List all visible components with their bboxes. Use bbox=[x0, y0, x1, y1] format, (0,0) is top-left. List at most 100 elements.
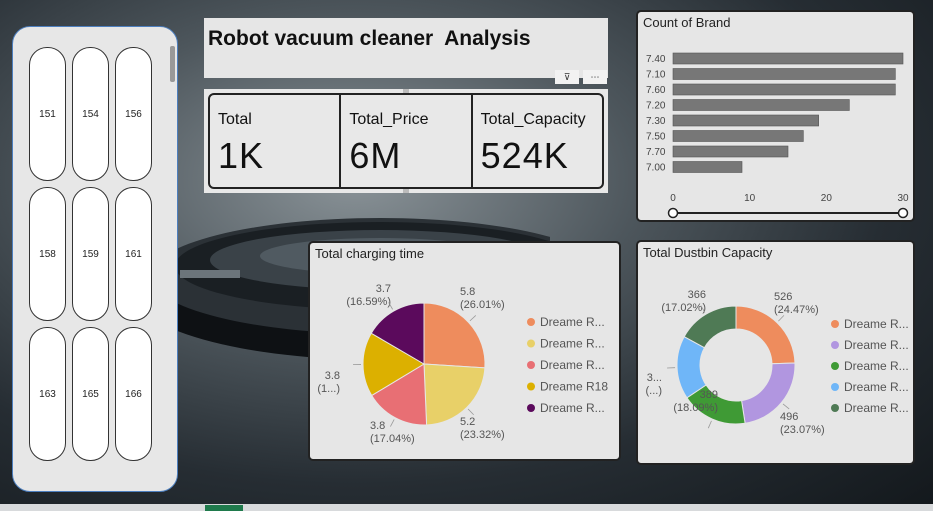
legend-label[interactable]: Dreame R18 bbox=[540, 380, 608, 394]
more-options-icon[interactable]: ⋯ bbox=[583, 70, 607, 84]
kpi-label: Total_Capacity bbox=[480, 111, 586, 128]
bar[interactable] bbox=[672, 114, 819, 127]
kpi-value: 6M bbox=[349, 135, 402, 176]
leader-line bbox=[390, 419, 395, 427]
leader-line bbox=[778, 315, 785, 322]
slicer-item[interactable]: 156 bbox=[115, 47, 152, 181]
slicer-grid: 151 154 156 158 159 161 163 165 166 bbox=[29, 47, 152, 461]
category-label: 7.40 bbox=[646, 54, 666, 65]
id-slicer: 151 154 156 158 159 161 163 165 166 bbox=[12, 26, 178, 492]
category-label: 7.00 bbox=[646, 163, 666, 174]
bar[interactable] bbox=[672, 68, 896, 80]
legend-marker bbox=[831, 341, 839, 349]
slice-value-label: 366 bbox=[688, 289, 706, 301]
leader-line bbox=[782, 403, 790, 410]
kpi-label: Total_Price bbox=[349, 111, 429, 128]
x-tick-label: 20 bbox=[821, 193, 833, 204]
bar[interactable] bbox=[672, 130, 804, 142]
kpi-total-capacity: Total_Capacity 524K bbox=[473, 95, 602, 187]
legend-label[interactable]: Dreame R... bbox=[844, 317, 909, 331]
slice-percent-label: (26.01%) bbox=[460, 299, 505, 311]
x-tick-label: 0 bbox=[670, 193, 676, 204]
active-page-tab[interactable] bbox=[205, 505, 243, 511]
slicer-item[interactable]: 163 bbox=[29, 327, 66, 461]
slicer-item[interactable]: 154 bbox=[72, 47, 109, 181]
slicer-item[interactable]: 166 bbox=[115, 327, 152, 461]
slice-value-label: 526 bbox=[774, 291, 792, 303]
slicer-item[interactable]: 165 bbox=[72, 327, 109, 461]
filter-icon[interactable]: ⊽ bbox=[555, 70, 579, 84]
legend-label[interactable]: Dreame R... bbox=[844, 359, 909, 373]
resize-handle[interactable] bbox=[403, 89, 409, 93]
legend-label[interactable]: Dreame R... bbox=[844, 380, 909, 394]
pie-slice[interactable] bbox=[423, 363, 486, 426]
category-label: 7.20 bbox=[646, 101, 666, 112]
legend-marker bbox=[831, 383, 839, 391]
category-label: 7.70 bbox=[646, 147, 666, 158]
legend-marker bbox=[527, 339, 535, 348]
page-tab-bar bbox=[0, 504, 933, 511]
slice-value-label: 3.8 bbox=[370, 420, 385, 432]
legend-marker bbox=[527, 382, 535, 391]
category-label: 7.60 bbox=[646, 85, 666, 96]
slice-percent-label: (16.59%) bbox=[346, 296, 391, 308]
category-label: 7.50 bbox=[646, 132, 666, 143]
x-tick-label: 30 bbox=[897, 193, 909, 204]
slice-percent-label: (23.07%) bbox=[780, 424, 825, 436]
kpi-value: 524K bbox=[480, 135, 569, 176]
slicer-item[interactable]: 151 bbox=[29, 47, 66, 181]
bar-chart-svg: 7.40 7.10 7.60 7.20 7.30 7.50 7.70 7.00 0 10 20 30 bbox=[646, 52, 909, 219]
pie-chart-svg: 5.8(26.01%) Dreame R... 5.2(23.32%) Dreame … bbox=[317, 283, 608, 445]
bar[interactable] bbox=[672, 83, 896, 96]
kpi-total-price: Total_Price 6M bbox=[341, 95, 473, 187]
slice-percent-label: (17.04%) bbox=[370, 433, 415, 445]
kpi-label: Total bbox=[218, 111, 252, 128]
kpi-frame: Total 1K Total_Price 6M Total_Capacity 5… bbox=[208, 93, 604, 189]
title-box: Robot vacuum cleaner Analysis bbox=[204, 18, 608, 78]
slice-value-label: 389 bbox=[700, 389, 718, 401]
page-title: Robot vacuum cleaner Analysis bbox=[208, 27, 531, 50]
legend-label[interactable]: Dreame R... bbox=[540, 358, 605, 372]
dustbin-capacity-chart[interactable]: Total Dustbin Capacity 526 (24.47%) Dreame… bbox=[636, 240, 915, 465]
visual-header-icons: ⊽ ⋯ bbox=[555, 70, 607, 84]
slicer-item[interactable]: 158 bbox=[29, 187, 66, 321]
x-tick-label: 10 bbox=[744, 193, 756, 204]
leader-line bbox=[707, 420, 712, 429]
legend-label[interactable]: Dreame R... bbox=[540, 401, 605, 415]
bar[interactable] bbox=[672, 161, 743, 173]
legend-marker bbox=[527, 318, 535, 326]
range-slider-handle-max[interactable] bbox=[897, 207, 909, 219]
legend-marker bbox=[831, 404, 839, 412]
slice-percent-label: (17.02%) bbox=[661, 302, 706, 314]
slice-value-label: 3.8 bbox=[325, 370, 340, 382]
slice-percent-label: (...) bbox=[646, 385, 663, 397]
slicer-item[interactable]: 159 bbox=[72, 187, 109, 321]
slice-percent-label: (1...) bbox=[317, 383, 340, 395]
slice-value-label: 496 bbox=[780, 411, 798, 423]
bar[interactable] bbox=[672, 99, 850, 111]
legend-marker bbox=[527, 361, 535, 369]
slice-value-label: 5.2 bbox=[460, 416, 475, 428]
range-slider-handle-min[interactable] bbox=[667, 207, 679, 219]
leader-line bbox=[469, 315, 477, 322]
slicer-scrollbar[interactable] bbox=[170, 46, 175, 82]
legend-marker bbox=[831, 362, 839, 370]
count-of-brand-chart[interactable]: Count of Brand 7.40 7.10 7.60 7.20 7.30 7.50 7… bbox=[636, 10, 915, 222]
bar[interactable] bbox=[672, 52, 904, 65]
slice-percent-label: (18.09%) bbox=[673, 402, 718, 414]
charging-time-chart[interactable]: Total charging time 5.8 (26.01%) Dreame R.… bbox=[308, 241, 621, 461]
legend-label[interactable]: Dreame R... bbox=[540, 337, 605, 351]
slice-percent-label: (23.32%) bbox=[460, 429, 505, 441]
legend-label[interactable]: Dreame R... bbox=[540, 315, 605, 329]
pie-slice[interactable] bbox=[423, 302, 486, 369]
bar[interactable] bbox=[672, 145, 789, 158]
kpi-total: Total 1K bbox=[210, 95, 342, 187]
legend-label[interactable]: Dreame R... bbox=[844, 338, 909, 352]
slicer-item[interactable]: 161 bbox=[115, 187, 152, 321]
resize-handle[interactable] bbox=[403, 189, 409, 193]
legend-label[interactable]: Dreame R... bbox=[844, 401, 909, 415]
kpi-card[interactable]: Total 1K Total_Price 6M Total_Capacity 5… bbox=[204, 89, 608, 193]
leader-line bbox=[467, 408, 474, 416]
slice-value-label: 3.7 bbox=[376, 283, 391, 295]
category-label: 7.30 bbox=[646, 116, 666, 127]
